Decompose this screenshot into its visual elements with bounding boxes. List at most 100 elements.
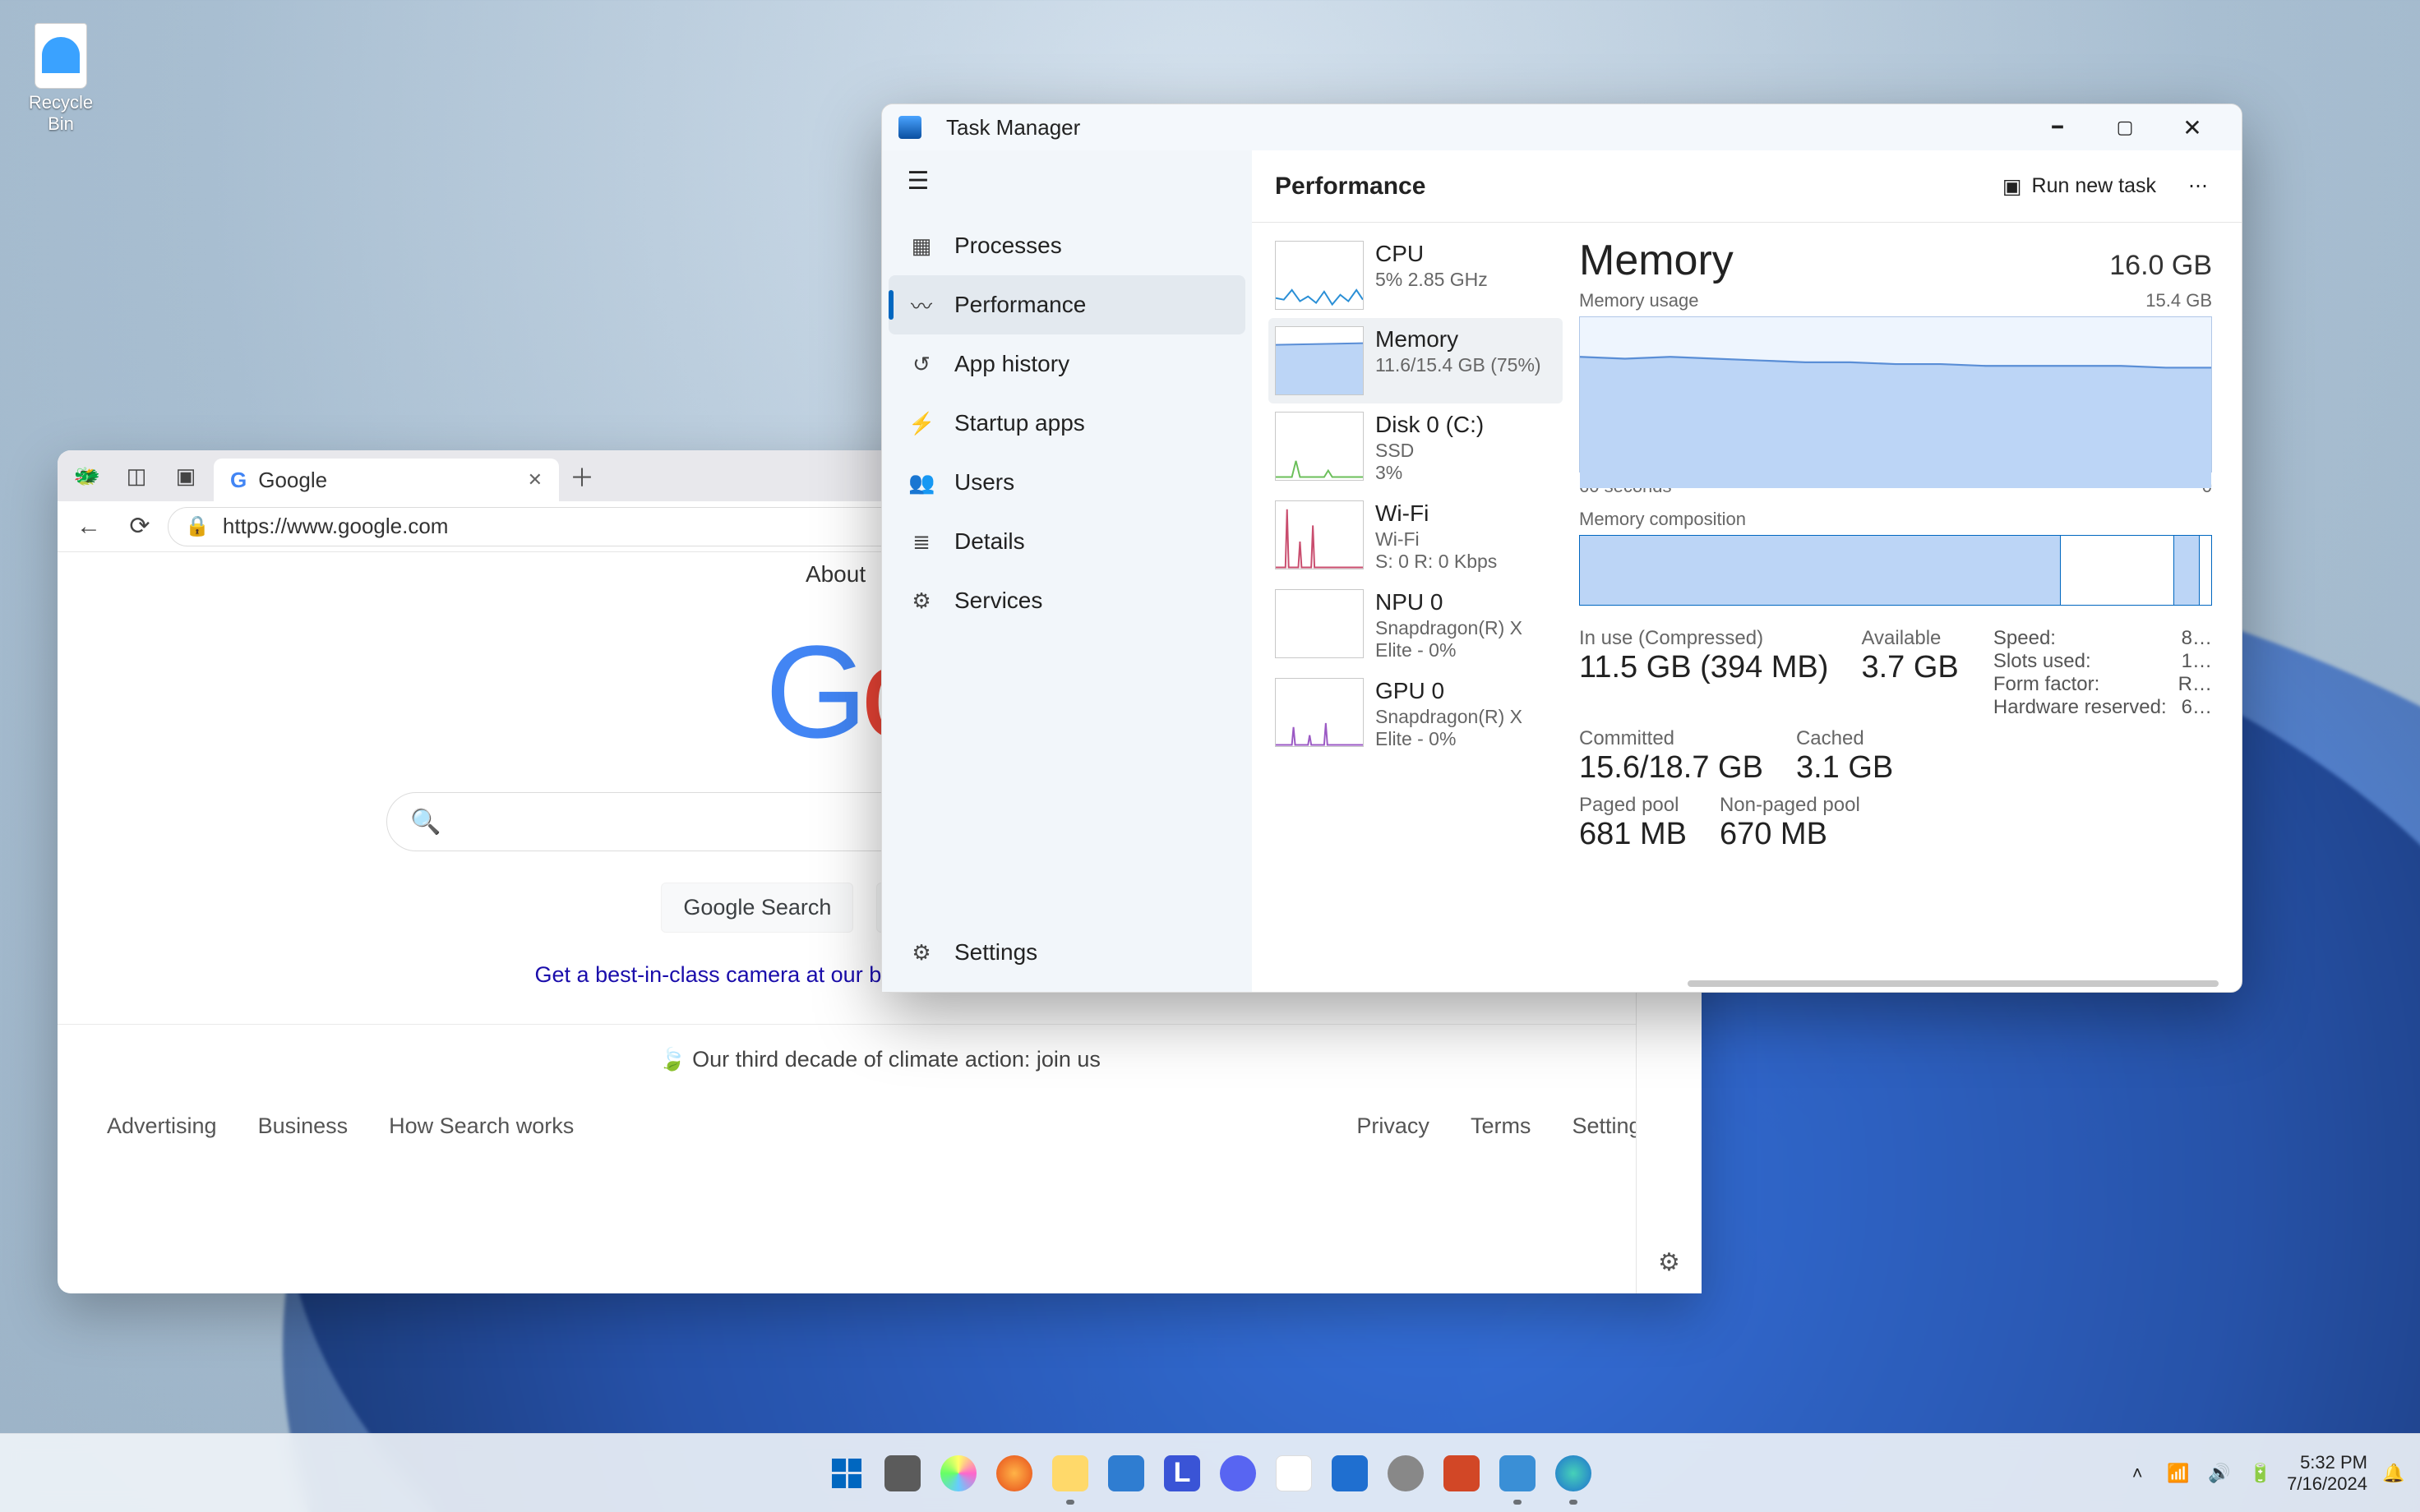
tab-google[interactable]: G Google ✕ <box>214 459 559 501</box>
cpu-thumb <box>1275 241 1364 310</box>
start-button[interactable] <box>822 1449 871 1498</box>
stat-nonpaged: Non-paged pool 670 MB <box>1720 794 1860 852</box>
maximize-button[interactable]: ▢ <box>2092 111 2158 144</box>
l-app-icon[interactable]: L <box>1157 1449 1207 1498</box>
tab-title: Google <box>258 468 327 493</box>
edge-icon[interactable] <box>1549 1449 1598 1498</box>
sidebar-item-details[interactable]: ≣ Details <box>882 512 1252 571</box>
services-icon: ⚙ <box>908 588 935 614</box>
footer-how-search-works[interactable]: How Search works <box>389 1113 574 1139</box>
footer-advertising[interactable]: Advertising <box>107 1113 217 1139</box>
footer: Advertising Business How Search works Pr… <box>58 1094 1702 1159</box>
outlook-icon[interactable] <box>1325 1449 1374 1498</box>
google-favicon-icon: G <box>230 468 247 493</box>
firefox-icon[interactable] <box>990 1449 1039 1498</box>
about-link[interactable]: About <box>806 561 866 588</box>
url-text: https://www.google.com <box>223 514 449 539</box>
stat-available: Available 3.7 GB <box>1861 627 1958 719</box>
stat-cached: Cached 3.1 GB <box>1796 727 1893 786</box>
npu-thumb <box>1275 589 1364 658</box>
profile-icon[interactable]: 🐲 <box>66 459 109 493</box>
performance-icon: 〰 <box>908 290 935 320</box>
workspaces-icon[interactable]: ◫ <box>115 459 158 493</box>
close-button[interactable]: ✕ <box>2159 111 2225 144</box>
usage-max: 15.4 GB <box>2145 290 2212 311</box>
memory-composition-chart <box>1579 535 2212 606</box>
file-explorer-icon[interactable] <box>1046 1449 1095 1498</box>
close-tab-icon[interactable]: ✕ <box>528 469 543 491</box>
slack-icon[interactable] <box>1269 1449 1319 1498</box>
sidebar-item-services[interactable]: ⚙ Services <box>882 571 1252 630</box>
minimize-button[interactable]: ━ <box>2025 111 2090 144</box>
google-search-button[interactable]: Google Search <box>661 883 853 933</box>
stat-paged: Paged pool 681 MB <box>1579 794 1687 852</box>
recycle-bin-icon <box>35 23 87 89</box>
settings-app-icon[interactable] <box>1381 1449 1430 1498</box>
perf-item-cpu[interactable]: CPU 5% 2.85 GHz <box>1268 233 1563 318</box>
taskbar-clock[interactable]: 5:32 PM 7/16/2024 <box>2287 1452 2367 1494</box>
sidebar-item-history[interactable]: ↺ App history <box>882 334 1252 394</box>
task-view-icon[interactable] <box>878 1449 927 1498</box>
sidebar-item-settings[interactable]: ⚙ Settings <box>882 923 1252 982</box>
volume-tray-icon[interactable]: 🔊 <box>2205 1463 2234 1484</box>
perf-item-memory[interactable]: Memory 11.6/15.4 GB (75%) <box>1268 318 1563 403</box>
horizontal-scrollbar[interactable] <box>1688 980 2219 987</box>
memory-thumb <box>1275 326 1364 395</box>
footer-privacy[interactable]: Privacy <box>1356 1113 1429 1139</box>
run-new-task-button[interactable]: ▣ Run new task <box>2002 174 2156 199</box>
sidebar-item-performance[interactable]: 〰 Performance <box>889 275 1245 334</box>
refresh-button[interactable]: ⟳ <box>117 507 163 546</box>
memory-properties: Speed:8… Slots used:1… Form factor:R… Ha… <box>1993 627 2212 719</box>
sidebar-item-processes[interactable]: ▦ Processes <box>882 216 1252 275</box>
memory-usage-chart <box>1579 316 2212 472</box>
processes-icon: ▦ <box>908 233 935 259</box>
startup-icon: ⚡ <box>908 411 935 436</box>
discord-icon[interactable] <box>1213 1449 1263 1498</box>
search-icon: 🔍 <box>410 808 441 837</box>
climate-banner[interactable]: 🍃 Our third decade of climate action: jo… <box>58 1024 1702 1094</box>
sidebar-item-users[interactable]: 👥 Users <box>882 453 1252 512</box>
perf-item-wifi[interactable]: Wi-Fi Wi-Fi S: 0 R: 0 Kbps <box>1268 492 1563 581</box>
more-options-button[interactable]: ⋯ <box>2178 174 2219 198</box>
stat-inuse: In use (Compressed) 11.5 GB (394 MB) <box>1579 627 1828 719</box>
perf-item-disk[interactable]: Disk 0 (C:) SSD 3% <box>1268 403 1563 492</box>
stat-committed: Committed 15.6/18.7 GB <box>1579 727 1763 786</box>
app-icon <box>898 116 921 139</box>
new-tab-button[interactable]: ＋ <box>566 459 598 492</box>
tray-chevron-icon[interactable]: ˄ <box>2122 1463 2152 1484</box>
copilot-icon[interactable] <box>934 1449 983 1498</box>
tab-overview-icon[interactable]: ▣ <box>164 459 207 493</box>
perf-item-gpu[interactable]: GPU 0 Snapdragon(R) X Elite - 0% <box>1268 670 1563 758</box>
perf-item-npu[interactable]: NPU 0 Snapdragon(R) X Elite - 0% <box>1268 581 1563 670</box>
wifi-tray-icon[interactable]: 📶 <box>2164 1463 2193 1484</box>
performance-list: CPU 5% 2.85 GHz Memory 11.6/15.4 GB (75%… <box>1252 223 1569 992</box>
hamburger-button[interactable]: ☰ <box>894 160 943 201</box>
notifications-icon[interactable]: 🔔 <box>2379 1463 2408 1484</box>
sidebar-item-startup[interactable]: ⚡ Startup apps <box>882 394 1252 453</box>
details-icon: ≣ <box>908 529 935 555</box>
sidebar: ☰ ▦ Processes 〰 Performance ↺ App histor… <box>882 150 1252 992</box>
footer-business[interactable]: Business <box>258 1113 349 1139</box>
performance-detail: Memory 16.0 GB Memory usage 15.4 GB <box>1569 223 2242 992</box>
desktop-icon-recycle-bin[interactable]: Recycle Bin <box>15 23 107 135</box>
total-memory: 16.0 GB <box>2109 250 2212 282</box>
disk-thumb <box>1275 412 1364 481</box>
composition-label: Memory composition <box>1579 509 2212 530</box>
powerpoint-icon[interactable] <box>1437 1449 1486 1498</box>
battery-tray-icon[interactable]: 🔋 <box>2246 1463 2275 1484</box>
footer-terms[interactable]: Terms <box>1471 1113 1531 1139</box>
task-manager-taskbar-icon[interactable] <box>1493 1449 1542 1498</box>
page-title: Performance <box>1275 173 1425 201</box>
back-button[interactable]: ← <box>66 507 112 546</box>
lock-icon: 🔒 <box>185 514 210 538</box>
titlebar[interactable]: Task Manager ━ ▢ ✕ <box>882 104 2242 150</box>
sidebar-settings-icon[interactable]: ⚙ <box>1658 1248 1680 1277</box>
usage-label: Memory usage <box>1579 290 1699 311</box>
microsoft-store-icon[interactable] <box>1101 1449 1151 1498</box>
gpu-thumb <box>1275 678 1364 747</box>
taskbar-apps: L <box>822 1449 1598 1498</box>
recycle-bin-label: Recycle Bin <box>15 92 107 135</box>
users-icon: 👥 <box>908 470 935 496</box>
wifi-thumb <box>1275 500 1364 569</box>
run-task-icon: ▣ <box>2002 174 2022 199</box>
